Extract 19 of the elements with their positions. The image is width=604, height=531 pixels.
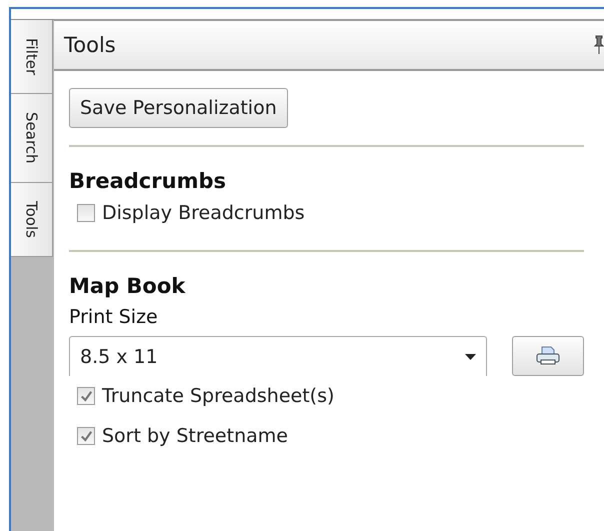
checkbox-label[interactable]: Display Breadcrumbs [102, 202, 305, 224]
pin-icon[interactable] [594, 35, 604, 55]
side-tab[interactable]: Tools [11, 182, 53, 257]
checkbox[interactable] [77, 204, 95, 222]
print-button[interactable] [512, 336, 584, 376]
caret-icon [465, 354, 476, 360]
checkbox-label[interactable]: Sort by Streetname [102, 425, 288, 447]
print-size-dropdown[interactable]: 8.5 x 11 [69, 336, 487, 376]
panel-title: Tools [64, 33, 116, 57]
field-label: Print Size [69, 306, 159, 328]
side-tab[interactable]: Search [11, 94, 53, 183]
checkbox[interactable] [77, 427, 95, 445]
section-heading: Map Book [69, 274, 186, 298]
save-personalization-button[interactable]: Save Personalization [69, 88, 288, 128]
section-heading: Breadcrumbs [69, 169, 227, 193]
checkbox[interactable] [77, 387, 95, 405]
printer-icon [536, 346, 560, 366]
side-tab[interactable]: Filter [11, 20, 53, 94]
checkbox-label[interactable]: Truncate Spreadsheet(s) [102, 385, 334, 407]
